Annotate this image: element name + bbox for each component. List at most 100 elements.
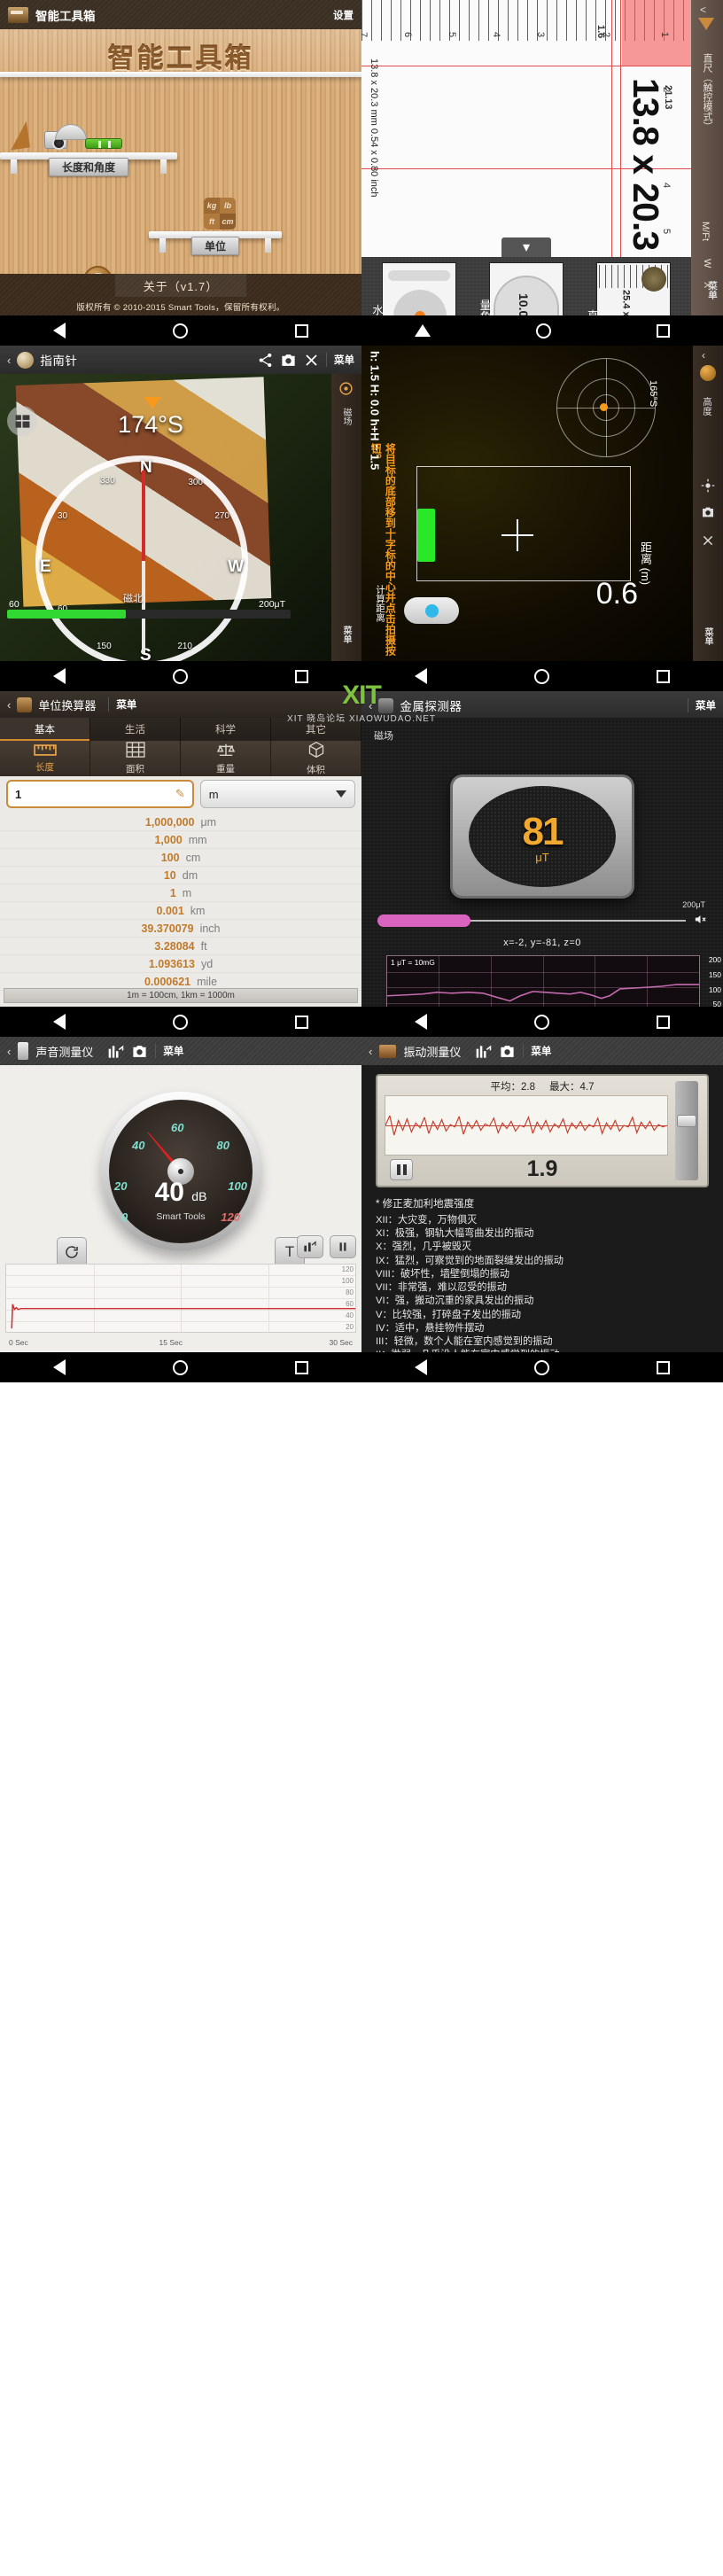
nav-home-icon[interactable]: [533, 1014, 549, 1030]
detector-slider[interactable]: [377, 914, 707, 927]
back-chevron-icon[interactable]: ‹: [369, 1045, 372, 1058]
copyright-text: 版权所有 © 2010-2015 Smart Tools，保留所有权利。: [76, 302, 285, 313]
rail-app-icon: [700, 365, 716, 381]
rail-gps-icon[interactable]: [338, 381, 354, 399]
rail-camera-icon[interactable]: [701, 505, 715, 522]
back-chevron-icon[interactable]: ‹: [7, 698, 11, 712]
panel-distance-meter: h: 1.5 H: 0.0 h+H = 1.5 165°S 将目标的底部移到十字…: [362, 346, 723, 691]
mute-icon[interactable]: [694, 913, 707, 929]
nav-back-icon[interactable]: [415, 1014, 428, 1030]
capture-button[interactable]: [404, 597, 459, 624]
category-area[interactable]: 面积: [90, 741, 181, 776]
measure-line-right[interactable]: [620, 0, 621, 257]
nav-back-icon[interactable]: [53, 323, 66, 339]
distance-side-rail: ‹ 高度 菜单: [693, 346, 723, 661]
shelf-units[interactable]: kg lb ft cm 单位: [149, 198, 282, 255]
rail-menu-label[interactable]: 菜单: [339, 626, 353, 643]
close-icon[interactable]: [303, 352, 320, 369]
nav-home-icon[interactable]: [172, 323, 188, 339]
list-item: IV：适中，悬挂物件摆动: [376, 1322, 485, 1334]
ruler-selection-highlight: [622, 0, 691, 66]
rail-w-icon[interactable]: W: [702, 259, 712, 268]
nav-back-icon[interactable]: [414, 324, 431, 337]
tab-other[interactable]: 其它: [271, 718, 362, 741]
nav-recents-icon[interactable]: [657, 323, 671, 338]
rail-back-icon[interactable]: <: [700, 4, 706, 16]
chart-icon[interactable]: [107, 1043, 124, 1060]
converter-results-list[interactable]: 1,000,000 μm 1,000 mm 100 cm 10 dm 1m 0.001 k…: [0, 813, 362, 1008]
converter-value-input[interactable]: 1 ✎: [6, 780, 194, 808]
nav-recents-icon[interactable]: [294, 669, 308, 683]
nav-back-icon[interactable]: [53, 668, 66, 684]
sound-gauge[interactable]: 0 20 40 60 80 100 120 40 dB Smart Tools: [101, 1092, 260, 1251]
nav-back-icon[interactable]: [53, 1359, 66, 1375]
crosshair-icon: [501, 519, 533, 551]
compass-rose[interactable]: N S E W 150 210 270 300 330 30 60 磁北: [35, 455, 248, 668]
nav-recents-icon[interactable]: [656, 1015, 670, 1029]
sound-menu-button[interactable]: 菜单: [155, 1044, 183, 1058]
nav-home-icon[interactable]: [172, 1359, 188, 1375]
magnetic-north-label: 磁北: [123, 594, 143, 604]
cube-icon: [307, 741, 326, 761]
nav-home-icon[interactable]: [535, 323, 551, 339]
rail-close-icon[interactable]: [701, 533, 715, 550]
chart-toggle-button[interactable]: [297, 1235, 323, 1258]
camera-icon[interactable]: [280, 352, 297, 369]
tab-basic[interactable]: 基本: [0, 718, 90, 741]
compass-menu-button[interactable]: 菜单: [326, 353, 354, 367]
triangle-tool-icon[interactable]: [698, 18, 714, 30]
category-length[interactable]: 长度: [0, 741, 90, 776]
list-item: IX：猛烈，可察觉到的地面裂缝发出的振动: [376, 1255, 564, 1266]
reset-button[interactable]: [57, 1237, 87, 1267]
nav-recents-icon[interactable]: [656, 669, 670, 683]
panel-compass: ‹ 指南针 菜单 174°S N S E W 150 210 270 300 3…: [0, 346, 362, 691]
nav-back-icon[interactable]: [53, 1014, 66, 1030]
rail-mft-icon[interactable]: M/Ft: [700, 222, 711, 241]
detector-menu-button[interactable]: 菜单: [688, 698, 716, 712]
rail-settings-icon[interactable]: [701, 479, 715, 495]
list-item: 100 cm: [0, 849, 362, 867]
nav-home-icon[interactable]: [172, 1014, 188, 1030]
vibration-sensitivity-slider[interactable]: [675, 1081, 698, 1180]
nav-home-icon[interactable]: [533, 668, 549, 684]
vibration-menu-button[interactable]: 菜单: [523, 1044, 551, 1058]
back-chevron-icon[interactable]: ‹: [369, 699, 372, 712]
ruler-canvas[interactable]: 7 6 5 4 3 2 1 2 4 5 13.8 x 20.3 13.8 x 2…: [362, 0, 691, 257]
tab-science[interactable]: 科学: [181, 718, 271, 741]
settings-button[interactable]: 设置: [333, 8, 354, 22]
ruler-handle[interactable]: ▾: [501, 237, 551, 257]
category-weight[interactable]: 重量: [181, 741, 271, 776]
converter-menu-button[interactable]: 菜单: [108, 697, 136, 712]
layers-button[interactable]: [7, 406, 37, 436]
nav-back-icon[interactable]: [415, 668, 428, 684]
chart-icon[interactable]: [475, 1043, 492, 1060]
measure-line-left[interactable]: [611, 0, 612, 257]
about-button[interactable]: 关于（v1.7）: [115, 274, 246, 297]
pause-button[interactable]: [330, 1235, 356, 1258]
shelf-label-length-angle[interactable]: 长度和角度: [48, 158, 129, 176]
rail-menu-label[interactable]: 菜单: [701, 627, 714, 645]
nav-recents-icon[interactable]: [294, 1015, 308, 1029]
pencil-icon[interactable]: ✎: [175, 787, 185, 801]
nav-back-icon[interactable]: [415, 1359, 428, 1375]
shelf-length-angle[interactable]: 长度和角度: [0, 121, 177, 176]
share-icon[interactable]: [257, 352, 274, 369]
nav-home-icon[interactable]: [533, 1359, 549, 1375]
toolbox-hero-title: 智能工具箱: [107, 44, 254, 74]
back-chevron-icon[interactable]: ‹: [7, 354, 11, 367]
shelf-label-units[interactable]: 单位: [190, 237, 240, 255]
camera-icon[interactable]: [499, 1043, 516, 1060]
row-value: 10: [163, 868, 176, 882]
nav-home-icon[interactable]: [172, 668, 188, 684]
category-volume[interactable]: 体积: [271, 741, 362, 776]
nav-recents-icon[interactable]: [294, 323, 308, 338]
back-chevron-icon[interactable]: ‹: [7, 1045, 11, 1058]
magnetic-value: 60: [9, 599, 19, 610]
ruler-menu-button[interactable]: 菜单: [706, 281, 719, 300]
nav-recents-icon[interactable]: [656, 1360, 670, 1374]
nav-recents-icon[interactable]: [294, 1360, 308, 1374]
converter-unit-select[interactable]: m: [199, 780, 355, 808]
camera-icon[interactable]: [131, 1043, 148, 1060]
rail-back-icon[interactable]: ‹: [702, 349, 705, 362]
tab-life[interactable]: 生活: [90, 718, 181, 741]
